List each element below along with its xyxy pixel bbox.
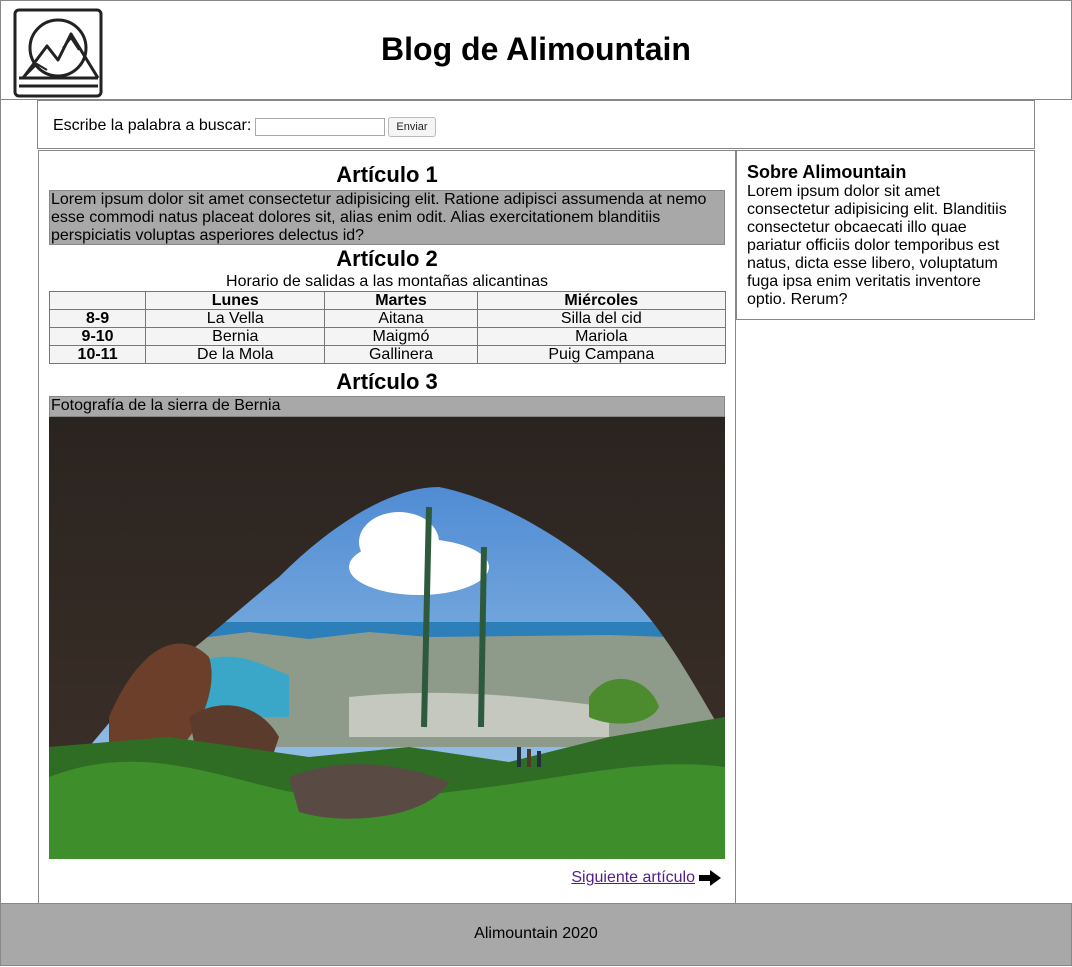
- next-article-link[interactable]: Siguiente artículo: [571, 869, 695, 887]
- submit-button[interactable]: Enviar: [388, 117, 436, 137]
- main-content: Artículo 1 Lorem ipsum dolor sit amet co…: [38, 150, 736, 904]
- table-row: 10-11 De la Mola Gallinera Puig Campana: [48, 345, 727, 364]
- table-row: 9-10 Bernia Maigmó Mariola: [48, 327, 727, 346]
- table-cell: Bernia: [145, 327, 326, 346]
- sidebar-title: Sobre Alimountain: [747, 162, 907, 182]
- table-header-cell: Miércoles: [476, 291, 727, 310]
- page-border: [0, 100, 1, 903]
- bernia-cave-photo: [49, 417, 725, 859]
- table-caption: Horario de salidas a las montañas alican…: [226, 273, 548, 290]
- table-cell: Mariola: [476, 327, 727, 346]
- table-cell: Aitana: [324, 309, 478, 328]
- table-cell: Puig Campana: [476, 345, 727, 364]
- article-3-title: Artículo 3: [336, 369, 438, 394]
- site-header: Blog de Alimountain: [0, 0, 1072, 100]
- article-2-title: Artículo 2: [336, 246, 438, 271]
- table-cell-hour: 10-11: [48, 345, 147, 364]
- sidebar-text: Lorem ipsum dolor sit amet consectetur a…: [747, 183, 1007, 308]
- table-cell: La Vella: [145, 309, 326, 328]
- article-1-text: Lorem ipsum dolor sit amet consectetur a…: [49, 190, 725, 245]
- table-row: 8-9 La Vella Aitana Silla del cid: [48, 309, 727, 328]
- table-cell-hour: 8-9: [48, 309, 147, 328]
- table-header-row: Lunes Martes Miércoles: [48, 291, 727, 310]
- table-cell: Gallinera: [324, 345, 478, 364]
- table-header-cell: Lunes: [145, 291, 326, 310]
- site-footer: Alimountain 2020: [0, 903, 1072, 966]
- table-cell-hour: 9-10: [48, 327, 147, 346]
- table-cell: Maigmó: [324, 327, 478, 346]
- site-title: Blog de Alimountain: [381, 31, 691, 67]
- photo-caption: Fotografía de la sierra de Bernia: [49, 396, 725, 417]
- schedule-table: Lunes Martes Miércoles 8-9 La Vella Aita…: [48, 291, 727, 364]
- search-bar: Escribe la palabra a buscar: Enviar: [37, 100, 1035, 149]
- arrow-right-icon[interactable]: [699, 870, 721, 886]
- search-input[interactable]: [255, 118, 385, 136]
- table-cell: De la Mola: [145, 345, 326, 364]
- table-header-cell: Martes: [324, 291, 478, 310]
- footer-text: Alimountain 2020: [474, 925, 598, 942]
- article-1-title: Artículo 1: [336, 162, 438, 187]
- sidebar-about: Sobre Alimountain Lorem ipsum dolor sit …: [736, 150, 1035, 320]
- table-header-cell: [48, 291, 147, 310]
- table-cell: Silla del cid: [476, 309, 727, 328]
- search-label: Escribe la palabra a buscar:: [53, 117, 252, 134]
